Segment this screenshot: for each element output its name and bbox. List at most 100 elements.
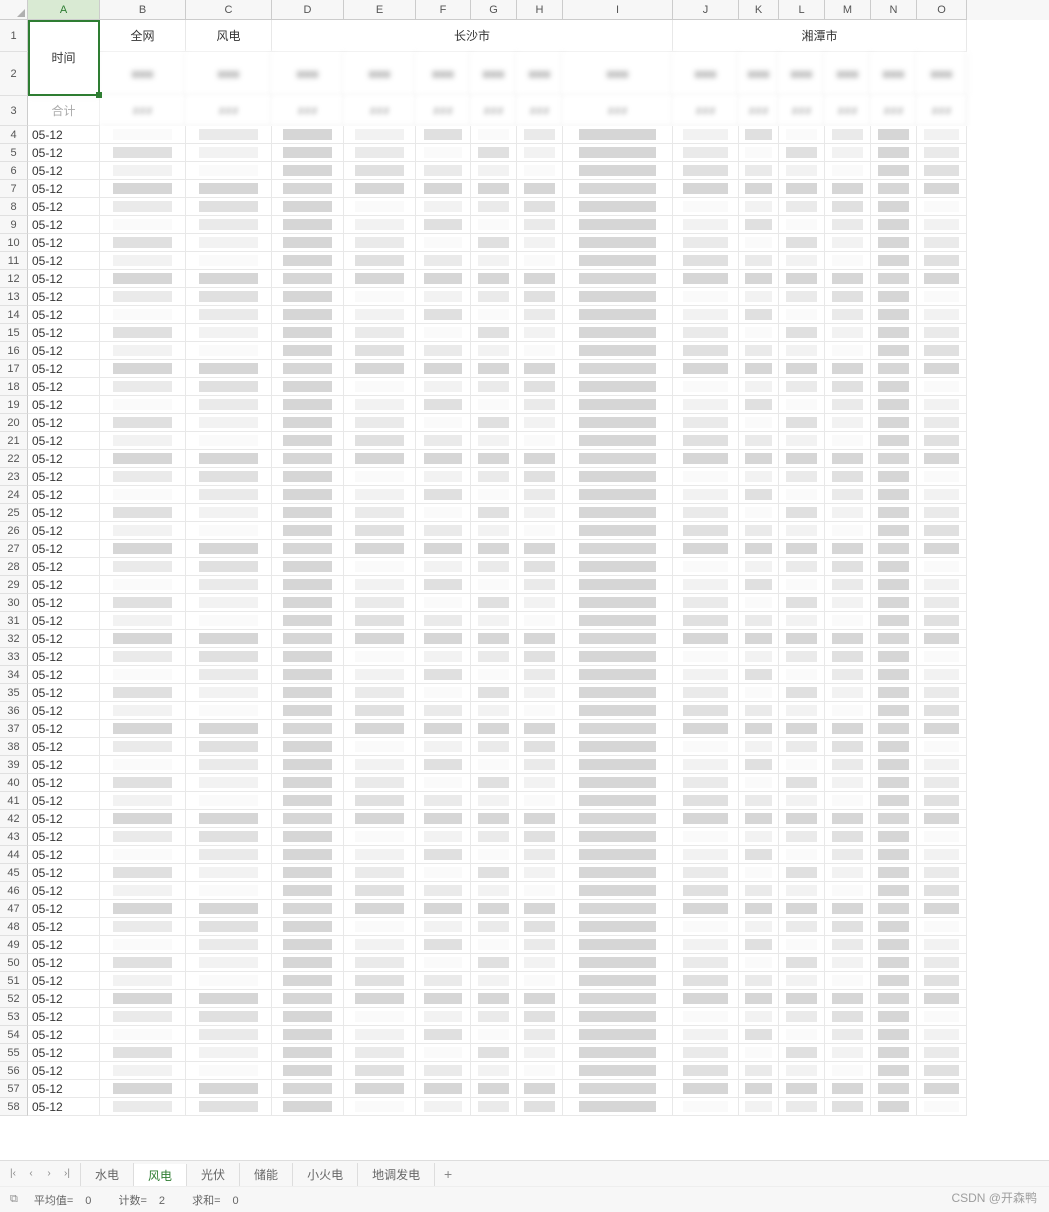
cell[interactable]: ■■■ — [779, 52, 825, 96]
cell[interactable] — [673, 144, 739, 162]
cell[interactable] — [416, 828, 471, 846]
cell[interactable] — [471, 234, 517, 252]
cell[interactable]: 05-12 — [28, 1008, 100, 1026]
cell[interactable] — [779, 234, 825, 252]
cell[interactable] — [917, 936, 967, 954]
cell[interactable] — [186, 180, 272, 198]
cell[interactable] — [917, 1098, 967, 1116]
cell[interactable] — [100, 720, 186, 738]
cell[interactable] — [471, 810, 517, 828]
cell[interactable] — [917, 1062, 967, 1080]
cell[interactable] — [471, 486, 517, 504]
cell[interactable] — [344, 738, 416, 756]
row-header-34[interactable]: 34 — [0, 666, 28, 684]
cell[interactable]: ■■■ — [471, 52, 517, 96]
cell[interactable] — [416, 378, 471, 396]
sheet-tab-储能[interactable]: 储能 — [240, 1163, 293, 1187]
cell[interactable] — [739, 1044, 779, 1062]
cell[interactable] — [186, 324, 272, 342]
cell[interactable] — [272, 882, 344, 900]
cell[interactable] — [825, 270, 871, 288]
cell[interactable] — [917, 666, 967, 684]
cell[interactable] — [673, 648, 739, 666]
cell[interactable] — [563, 270, 673, 288]
cell[interactable] — [871, 666, 917, 684]
cell[interactable]: ■■■ — [739, 52, 779, 96]
cell[interactable] — [563, 288, 673, 306]
cell[interactable] — [471, 1098, 517, 1116]
cell[interactable] — [272, 684, 344, 702]
cell[interactable] — [272, 360, 344, 378]
cell[interactable] — [471, 270, 517, 288]
cell[interactable] — [416, 684, 471, 702]
row-header-8[interactable]: 8 — [0, 198, 28, 216]
cell[interactable] — [517, 900, 563, 918]
cell[interactable] — [563, 486, 673, 504]
cell[interactable] — [100, 486, 186, 504]
cell[interactable] — [100, 936, 186, 954]
cell[interactable] — [186, 468, 272, 486]
cell[interactable]: ■■■ — [825, 52, 871, 96]
cell[interactable] — [871, 252, 917, 270]
cell[interactable] — [186, 360, 272, 378]
cell[interactable] — [517, 216, 563, 234]
cell[interactable] — [517, 684, 563, 702]
row-header-16[interactable]: 16 — [0, 342, 28, 360]
cell[interactable] — [673, 594, 739, 612]
cell[interactable] — [563, 720, 673, 738]
cell[interactable] — [416, 756, 471, 774]
cell[interactable] — [871, 486, 917, 504]
cell[interactable]: ### — [779, 96, 825, 126]
cell[interactable] — [563, 1044, 673, 1062]
cell[interactable] — [471, 756, 517, 774]
cell[interactable] — [344, 900, 416, 918]
cell[interactable] — [471, 144, 517, 162]
cell[interactable] — [517, 648, 563, 666]
cell[interactable] — [779, 900, 825, 918]
cell[interactable] — [416, 504, 471, 522]
cell[interactable] — [825, 540, 871, 558]
cell[interactable]: 05-12 — [28, 144, 100, 162]
cell[interactable]: 05-12 — [28, 198, 100, 216]
cell[interactable] — [673, 576, 739, 594]
cell[interactable] — [563, 1098, 673, 1116]
cell[interactable] — [779, 954, 825, 972]
cell[interactable] — [344, 216, 416, 234]
cell[interactable] — [186, 234, 272, 252]
cell[interactable] — [517, 702, 563, 720]
cell[interactable] — [917, 288, 967, 306]
cell[interactable] — [871, 756, 917, 774]
cell[interactable] — [471, 954, 517, 972]
cell[interactable] — [272, 378, 344, 396]
cell[interactable]: 05-12 — [28, 396, 100, 414]
cell[interactable] — [673, 540, 739, 558]
cell[interactable] — [344, 1080, 416, 1098]
cell[interactable] — [825, 792, 871, 810]
cell[interactable] — [739, 216, 779, 234]
cell[interactable] — [779, 612, 825, 630]
cell[interactable] — [739, 738, 779, 756]
cell[interactable] — [517, 144, 563, 162]
cell[interactable] — [517, 756, 563, 774]
cell[interactable] — [416, 252, 471, 270]
cell[interactable] — [779, 702, 825, 720]
cell[interactable] — [517, 396, 563, 414]
cell[interactable] — [673, 774, 739, 792]
cell[interactable] — [344, 630, 416, 648]
cell[interactable] — [739, 252, 779, 270]
cell[interactable] — [344, 774, 416, 792]
cell[interactable] — [673, 1062, 739, 1080]
cell[interactable]: ### — [416, 96, 471, 126]
cell[interactable] — [673, 486, 739, 504]
cell[interactable] — [563, 882, 673, 900]
cell[interactable] — [779, 1026, 825, 1044]
cell[interactable] — [344, 594, 416, 612]
cell[interactable] — [186, 882, 272, 900]
cell[interactable]: 05-12 — [28, 504, 100, 522]
cell[interactable] — [471, 630, 517, 648]
cell[interactable]: 长沙市 — [272, 20, 673, 52]
cell[interactable] — [344, 270, 416, 288]
column-header-E[interactable]: E — [344, 0, 416, 20]
cell[interactable] — [917, 504, 967, 522]
cell[interactable] — [871, 414, 917, 432]
